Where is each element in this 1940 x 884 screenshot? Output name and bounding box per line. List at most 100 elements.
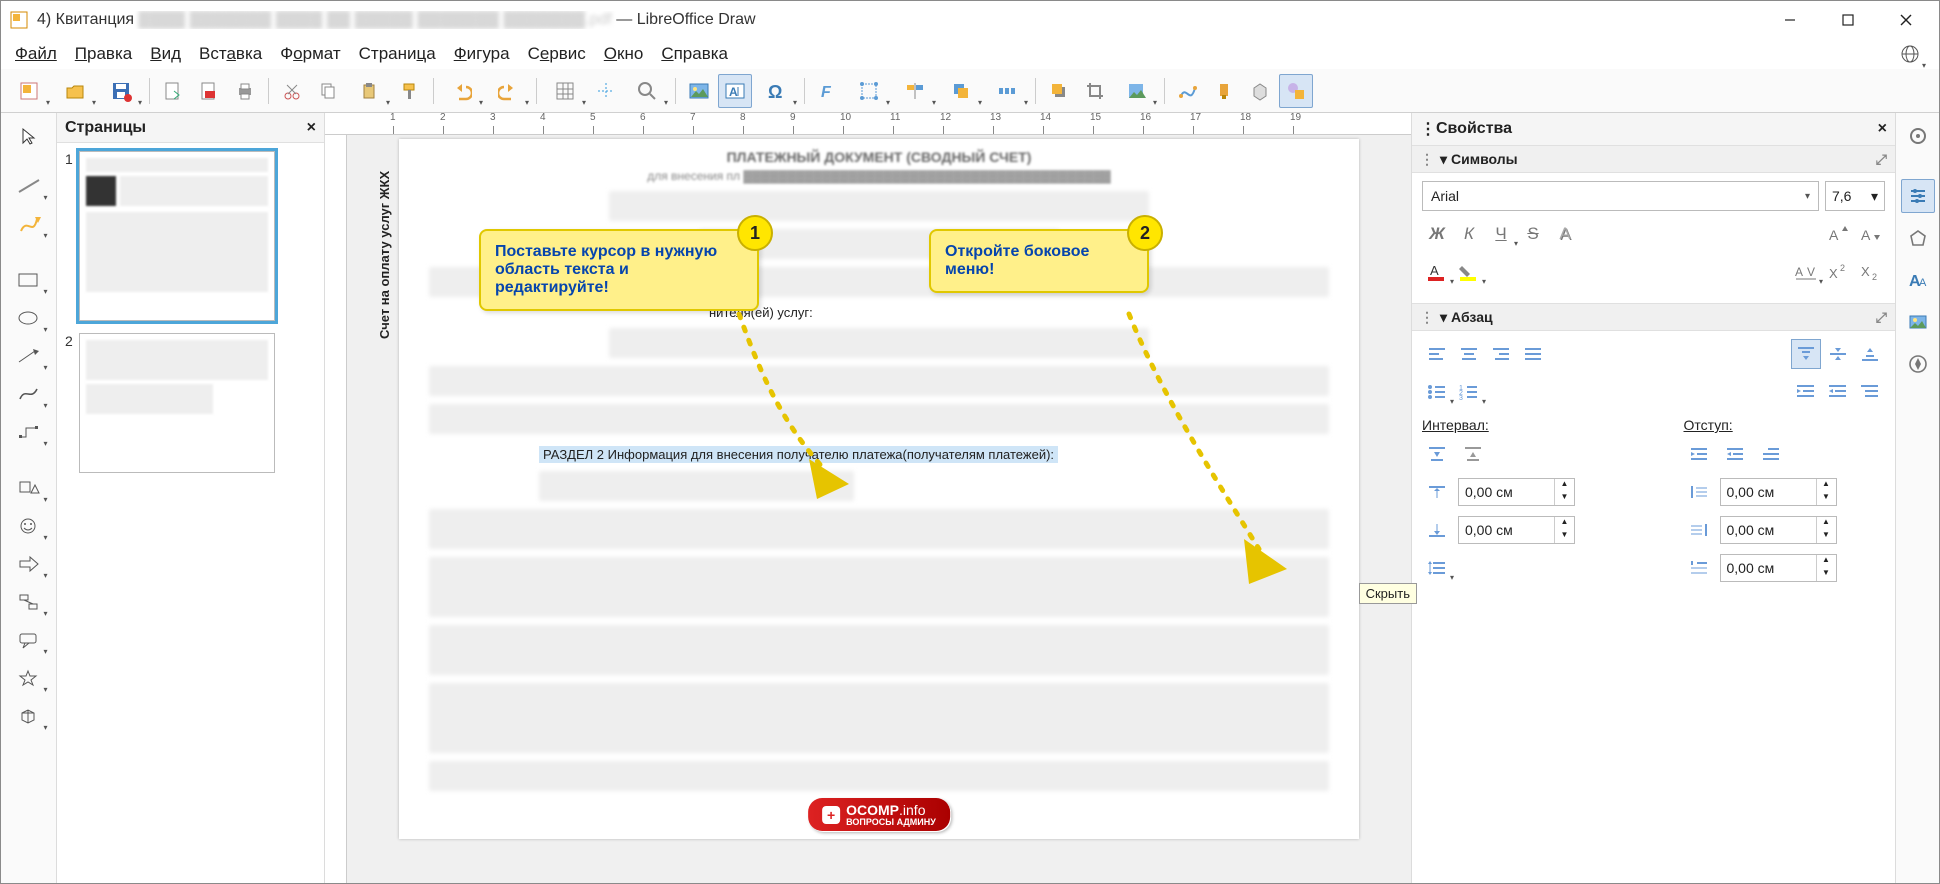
flowchart-tool[interactable]: ▾ (9, 585, 49, 619)
font-size-select[interactable]: 7,6▾ (1825, 181, 1885, 211)
shadow-button[interactable] (1042, 74, 1076, 108)
selected-text[interactable]: РАЗДЕЛ 2 Информация для внесения получат… (539, 446, 1058, 463)
new-button[interactable]: ▾ (7, 74, 51, 108)
indent-first-line-input[interactable]: 0,00 см▲▼ (1720, 554, 1837, 582)
fill-color-tool[interactable]: ▾ (9, 207, 49, 241)
save-button[interactable]: ▾ (99, 74, 143, 108)
numbered-list-button[interactable]: 123▾ (1454, 377, 1484, 407)
stars-tool[interactable]: ▾ (9, 661, 49, 695)
3d-objects-tool[interactable]: ▾ (9, 699, 49, 733)
valign-middle-button[interactable] (1823, 339, 1853, 369)
deck-shapes-icon[interactable] (1901, 221, 1935, 255)
sidebar-settings-icon[interactable] (1901, 119, 1935, 153)
italic-button[interactable]: К (1454, 219, 1484, 249)
show-draw-functions-button[interactable] (1279, 74, 1313, 108)
indent-right-input[interactable]: 0,00 см▲▼ (1720, 516, 1837, 544)
insert-special-char-button[interactable]: Ω▾ (754, 74, 798, 108)
subscript-button[interactable]: X2 (1855, 257, 1885, 287)
indent-left-input[interactable]: 0,00 см▲▼ (1720, 478, 1837, 506)
grid-button[interactable]: ▾ (543, 74, 587, 108)
zoom-button[interactable]: ▾ (625, 74, 669, 108)
menu-tools[interactable]: Сервис (520, 42, 594, 66)
crop-button[interactable] (1078, 74, 1112, 108)
underline-button[interactable]: Ч▾ (1486, 219, 1516, 249)
distribute-button[interactable]: ▾ (985, 74, 1029, 108)
undo-button[interactable]: ▾ (440, 74, 484, 108)
font-color-button[interactable]: A▾ (1422, 257, 1452, 287)
redo-button[interactable]: ▾ (486, 74, 530, 108)
align-right-button[interactable] (1486, 339, 1516, 369)
menu-view[interactable]: Вид (142, 42, 189, 66)
indent-first-btn[interactable] (1756, 439, 1786, 469)
highlight-color-button[interactable]: ▾ (1454, 257, 1484, 287)
fontwork-button[interactable]: F (811, 74, 845, 108)
minimize-button[interactable] (1761, 1, 1819, 39)
deck-properties-icon[interactable] (1901, 179, 1935, 213)
bullet-list-button[interactable]: ▾ (1422, 377, 1452, 407)
language-icon[interactable]: ▾ (1893, 37, 1927, 71)
glue-points-button[interactable] (1207, 74, 1241, 108)
document-page[interactable]: Счет на оплату услуг ЖКХ ПЛАТЕЖНЫЙ ДОКУМ… (399, 139, 1359, 839)
space-above-input[interactable]: 0,00 см▲▼ (1458, 478, 1575, 506)
hanging-indent-button[interactable] (1855, 377, 1885, 407)
bold-button[interactable]: Ж (1422, 219, 1452, 249)
deck-gallery-icon[interactable] (1901, 305, 1935, 339)
deck-navigator-icon[interactable] (1901, 347, 1935, 381)
rectangle-tool[interactable]: ▾ (9, 263, 49, 297)
valign-top-button[interactable] (1791, 339, 1821, 369)
menu-file[interactable]: Файл (7, 42, 65, 66)
indent-inc-btn[interactable] (1684, 439, 1714, 469)
connector-tool[interactable]: ▾ (9, 415, 49, 449)
font-name-select[interactable]: Arial▾ (1422, 181, 1819, 211)
clone-format-button[interactable] (393, 74, 427, 108)
deck-styles-icon[interactable]: AA (1901, 263, 1935, 297)
menu-insert[interactable]: Вставка (191, 42, 270, 66)
ellipse-tool[interactable]: ▾ (9, 301, 49, 335)
expand-section-icon[interactable]: ⤢ (1876, 309, 1887, 326)
line-color-tool[interactable]: ▾ (9, 169, 49, 203)
align-justify-button[interactable] (1518, 339, 1548, 369)
menu-format[interactable]: Формат (272, 42, 348, 66)
copy-button[interactable] (311, 74, 345, 108)
select-tool[interactable] (9, 119, 49, 153)
valign-bottom-button[interactable] (1855, 339, 1885, 369)
superscript-button[interactable]: X2 (1823, 257, 1853, 287)
paste-button[interactable]: ▾ (347, 74, 391, 108)
decrease-indent-button[interactable] (1823, 377, 1853, 407)
page-thumb-1[interactable] (79, 151, 275, 321)
align-objects-button[interactable]: ▾ (893, 74, 937, 108)
snap-guides-button[interactable] (589, 74, 623, 108)
export-button[interactable] (156, 74, 190, 108)
expand-section-icon[interactable]: ⤢ (1876, 151, 1887, 168)
filter-button[interactable]: ▾ (1114, 74, 1158, 108)
menu-help[interactable]: Справка (653, 42, 736, 66)
symbol-shapes-tool[interactable]: ▾ (9, 509, 49, 543)
insert-textbox-button[interactable]: A (718, 74, 752, 108)
increase-indent-button[interactable] (1791, 377, 1821, 407)
export-pdf-button[interactable] (192, 74, 226, 108)
space-before-inc-button[interactable] (1422, 439, 1452, 469)
char-spacing-button[interactable]: AV▾ (1791, 257, 1821, 287)
space-below-input[interactable]: 0,00 см▲▼ (1458, 516, 1575, 544)
block-arrows-tool[interactable]: ▾ (9, 547, 49, 581)
arrange-button[interactable]: ▾ (939, 74, 983, 108)
basic-shapes-tool[interactable]: ▾ (9, 471, 49, 505)
line-arrow-tool[interactable]: ▾ (9, 339, 49, 373)
align-left-button[interactable] (1422, 339, 1452, 369)
menu-window[interactable]: Окно (596, 42, 652, 66)
print-button[interactable] (228, 74, 262, 108)
increase-font-button[interactable]: A (1823, 219, 1853, 249)
decrease-font-button[interactable]: A (1855, 219, 1885, 249)
close-sidebar-button[interactable]: × (1878, 120, 1887, 138)
extrusion-button[interactable] (1243, 74, 1277, 108)
maximize-button[interactable] (1819, 1, 1877, 39)
page-thumb-2[interactable] (79, 333, 275, 473)
insert-image-button[interactable] (682, 74, 716, 108)
curve-tool[interactable]: ▾ (9, 377, 49, 411)
align-center-button[interactable] (1454, 339, 1484, 369)
space-before-dec-button[interactable] (1458, 439, 1488, 469)
text-shadow-button[interactable]: A (1550, 219, 1580, 249)
close-pages-panel-button[interactable]: × (307, 119, 316, 137)
cut-button[interactable] (275, 74, 309, 108)
toggle-points-button[interactable] (1171, 74, 1205, 108)
